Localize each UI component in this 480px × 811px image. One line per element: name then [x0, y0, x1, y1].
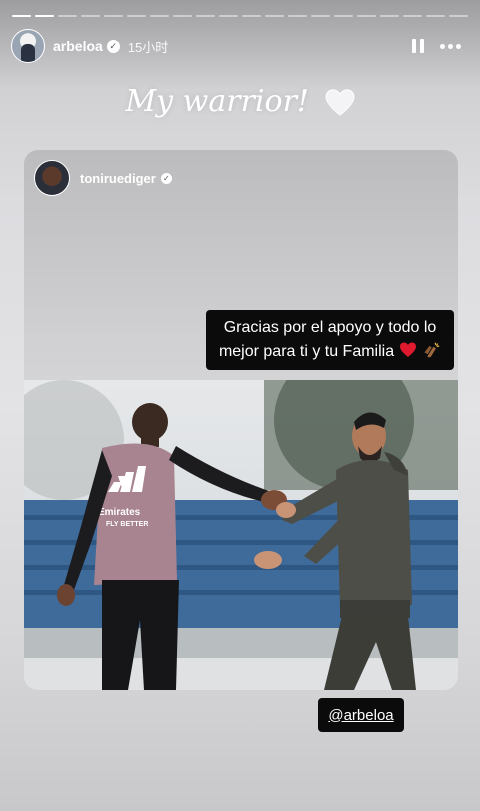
reshared-avatar[interactable] [34, 160, 70, 196]
reshared-photo: Emirates FLY BETTER [24, 380, 458, 690]
progress-segment [242, 15, 261, 17]
clapping-hands-icon [424, 342, 440, 358]
progress-segment [426, 15, 445, 17]
progress-segment [81, 15, 100, 17]
progress-segment [288, 15, 307, 17]
verified-badge-icon: ✓ [106, 39, 120, 53]
progress-segment [380, 15, 399, 17]
progress-segment [12, 15, 31, 17]
story-controls [412, 39, 461, 53]
progress-segment [150, 15, 169, 17]
story-username[interactable]: arbeloa [53, 38, 103, 54]
progress-segment [219, 15, 238, 17]
jersey-sponsor-line1: Emirates [98, 507, 141, 518]
white-heart-icon [324, 89, 355, 116]
progress-segment [196, 15, 215, 17]
progress-segment [265, 15, 284, 17]
story-timestamp: 15小时 [127, 39, 169, 55]
message-line-1: Gracias por el apoyo y todo lo [223, 319, 437, 336]
reshared-username[interactable]: toniruediger [80, 171, 156, 186]
progress-segment [58, 15, 77, 17]
progress-segment [403, 15, 422, 17]
story-viewer[interactable]: arbeloa ✓ 15小时 My warrior! toniruediger … [0, 0, 480, 811]
more-icon[interactable] [440, 43, 461, 49]
reshared-message-sticker: Gracias por el apoyo y todo lo mejor par… [206, 310, 454, 370]
progress-segment [35, 15, 54, 17]
progress-segment [311, 15, 330, 17]
story-caption: My warrior! [0, 84, 480, 119]
mention-sticker[interactable]: @arbeloa [318, 698, 404, 732]
story-progress-bar [12, 15, 468, 18]
progress-segment [173, 15, 192, 17]
story-header: arbeloa ✓ 15小时 [11, 29, 469, 63]
progress-segment [104, 15, 123, 17]
progress-segment [449, 15, 468, 17]
verified-badge-icon: ✓ [160, 172, 172, 184]
progress-segment [357, 15, 376, 17]
caption-text: My warrior! [125, 84, 309, 119]
progress-segment [334, 15, 353, 17]
jersey-sponsor-line2: FLY BETTER [106, 521, 148, 528]
reshared-post-header: toniruediger ✓ [34, 160, 172, 196]
reshared-post-card[interactable]: toniruediger ✓ Gracias por el apoyo y to… [24, 150, 458, 690]
progress-segment [127, 15, 146, 17]
message-line-2: mejor para ti y tu Familia [218, 343, 395, 360]
avatar[interactable] [11, 29, 45, 63]
red-heart-icon [399, 342, 416, 357]
pause-icon[interactable] [412, 39, 424, 53]
